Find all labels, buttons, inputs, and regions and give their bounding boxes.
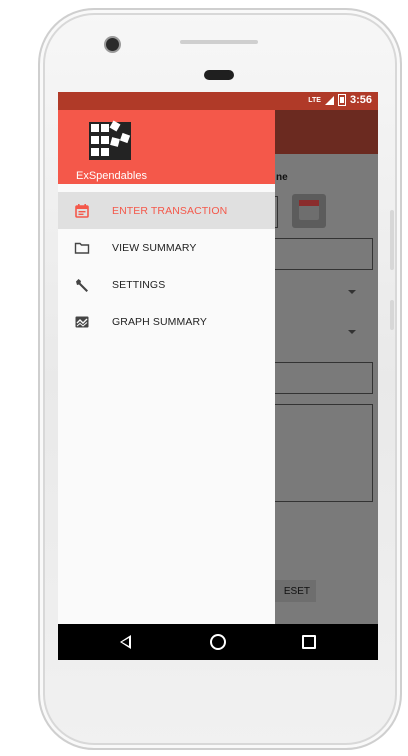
device-screen: LTE 3:56 ne ESET ExSpendables ENTER TRAN… bbox=[58, 92, 378, 660]
signal-icon bbox=[324, 95, 334, 105]
reset-button[interactable]: ESET bbox=[272, 580, 316, 602]
earpiece-sensor bbox=[204, 70, 234, 80]
app-logo bbox=[89, 120, 131, 160]
drawer-status-overlay bbox=[58, 92, 275, 110]
drawer-item-label: GRAPH SUMMARY bbox=[112, 315, 208, 328]
drawer-header: ExSpendables bbox=[58, 110, 275, 184]
home-icon[interactable] bbox=[210, 634, 226, 650]
volume-button bbox=[390, 210, 394, 270]
folder-icon bbox=[74, 240, 90, 256]
app-name: ExSpendables bbox=[76, 170, 147, 182]
power-button bbox=[390, 300, 394, 330]
network-type: LTE bbox=[308, 96, 321, 104]
battery-icon bbox=[337, 94, 346, 106]
navigation-drawer: ExSpendables ENTER TRANSACTION VIEW SUMM… bbox=[58, 92, 275, 624]
drawer-item-settings[interactable]: SETTINGS bbox=[58, 266, 275, 303]
front-camera bbox=[104, 36, 121, 53]
drawer-item-label: VIEW SUMMARY bbox=[112, 241, 197, 254]
drawer-item-label: SETTINGS bbox=[112, 278, 166, 291]
status-indicators: LTE 3:56 bbox=[308, 94, 372, 106]
drawer-item-label: ENTER TRANSACTION bbox=[112, 204, 228, 217]
drawer-item-view-summary[interactable]: VIEW SUMMARY bbox=[58, 229, 275, 266]
date-picker-button[interactable] bbox=[292, 194, 326, 228]
recent-apps-icon[interactable] bbox=[302, 635, 316, 649]
category-dropdown-arrow-icon[interactable] bbox=[348, 290, 356, 294]
calendar-icon bbox=[299, 200, 319, 220]
drawer-item-graph-summary[interactable]: GRAPH SUMMARY bbox=[58, 303, 275, 340]
drawer-menu: ENTER TRANSACTION VIEW SUMMARY SETTINGS … bbox=[58, 192, 275, 340]
speaker-grille bbox=[180, 40, 258, 44]
drawer-item-enter-transaction[interactable]: ENTER TRANSACTION bbox=[58, 192, 275, 229]
back-icon[interactable] bbox=[120, 635, 131, 649]
wrench-icon bbox=[74, 277, 90, 293]
system-navigation-bar bbox=[58, 624, 378, 660]
date-label: ne bbox=[276, 172, 288, 183]
clock: 3:56 bbox=[349, 94, 372, 106]
calendar-icon bbox=[74, 203, 90, 219]
account-dropdown-arrow-icon[interactable] bbox=[348, 330, 356, 334]
graph-icon bbox=[74, 314, 90, 330]
